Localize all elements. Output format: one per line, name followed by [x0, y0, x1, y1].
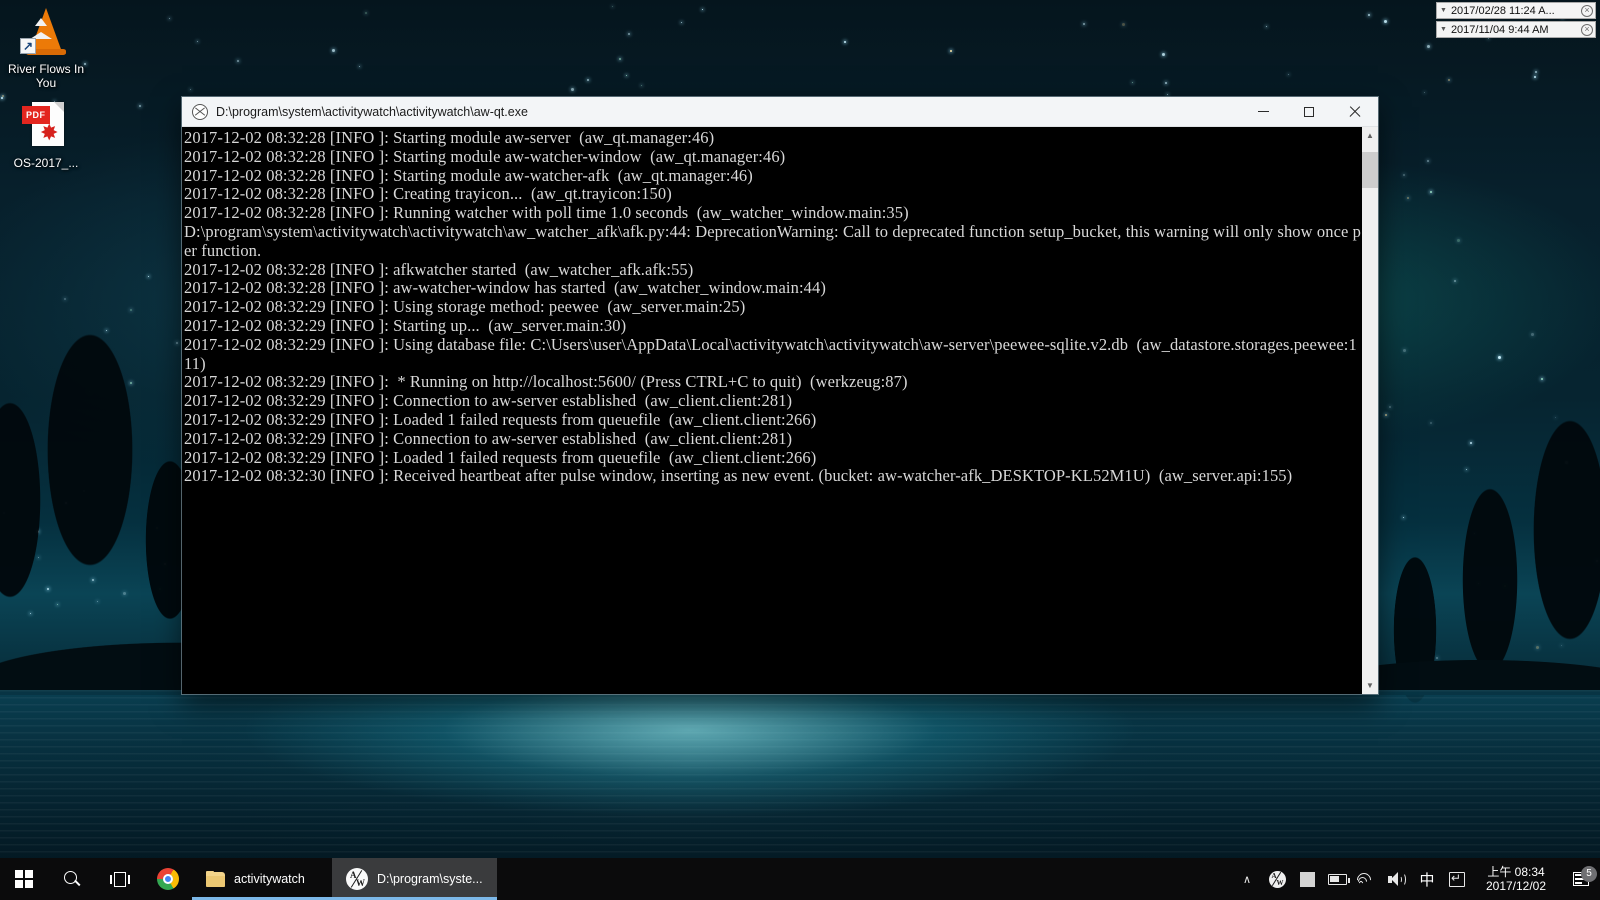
- console-window[interactable]: D:\program\system\activitywatch\activity…: [182, 97, 1378, 694]
- date-widget-group: ▼ 2017/02/28 11:24 A... × ▼ 2017/11/04 9…: [1436, 2, 1596, 40]
- wifi-icon: [1354, 870, 1376, 890]
- aw-qt-icon: AW: [1268, 870, 1286, 888]
- close-icon[interactable]: ×: [1581, 4, 1593, 17]
- window-titlebar[interactable]: D:\program\system\activitywatch\activity…: [182, 97, 1378, 127]
- console-line: 2017-12-02 08:32:28 [INFO ]: aw-watcher-…: [184, 278, 826, 298]
- scrollbar-track[interactable]: [1362, 144, 1378, 677]
- taskbar[interactable]: activitywatch AW D:\program\syste... ∧ A…: [0, 858, 1600, 900]
- console-line: 2017-12-02 08:32:29 [INFO ]: Loaded 1 fa…: [184, 409, 817, 429]
- shortcut-arrow-icon: ↗: [20, 38, 36, 54]
- speaker-icon: [1387, 871, 1407, 887]
- desktop[interactable]: ↗ River Flows In You PDF ✸ OS-2017_... ▼…: [0, 0, 1600, 900]
- desktop-icon-vlc-shortcut[interactable]: ↗ River Flows In You: [6, 6, 86, 90]
- desktop-icon-label: OS-2017_...: [13, 156, 79, 170]
- square-icon: [1299, 871, 1315, 887]
- system-tray: ∧ AW 中 ↵ 上午 08:34 2017/12/02 5: [1232, 858, 1600, 900]
- minimize-button[interactable]: [1240, 97, 1286, 127]
- taskbar-activitywatch[interactable]: activitywatch: [192, 858, 332, 900]
- console-line: 2017-12-02 08:32:29 [INFO ]: Starting up…: [184, 315, 627, 335]
- desktop-icon-label: River Flows In You: [7, 62, 84, 90]
- start-button[interactable]: [0, 858, 48, 900]
- clock-date: 2017/12/02: [1485, 879, 1547, 893]
- console-line: 2017-12-02 08:32:29 [INFO ]: * Running o…: [184, 372, 908, 392]
- console-line: 2017-12-02 08:32:30 [INFO ]: Received he…: [184, 466, 1293, 486]
- aw-qt-icon: [192, 103, 208, 120]
- action-center-button[interactable]: 5: [1564, 865, 1598, 887]
- console-body[interactable]: 2017-12-02 08:32:28 [INFO ]: Starting mo…: [182, 127, 1378, 694]
- close-button[interactable]: [1332, 97, 1378, 127]
- chevron-down-icon[interactable]: ▼: [1440, 26, 1447, 33]
- task-view-button[interactable]: [96, 858, 144, 900]
- windows-logo-icon: [15, 870, 33, 888]
- tray-unknown-icon[interactable]: [1292, 858, 1322, 900]
- close-icon[interactable]: ×: [1581, 23, 1593, 36]
- tray-aw-icon[interactable]: AW: [1262, 858, 1292, 900]
- desktop-icon-pdf-file[interactable]: PDF ✸ OS-2017_...: [6, 100, 86, 170]
- console-line: 2017-12-02 08:32:28 [INFO ]: Creating tr…: [184, 184, 672, 204]
- console-line: 2017-12-02 08:32:29 [INFO ]: Using stora…: [184, 297, 746, 317]
- scrollbar-thumb[interactable]: [1362, 152, 1378, 188]
- console-line: 2017-12-02 08:32:28 [INFO ]: Running wat…: [184, 203, 909, 223]
- tray-battery-icon[interactable]: [1322, 858, 1352, 900]
- console-output: 2017-12-02 08:32:28 [INFO ]: Starting mo…: [182, 127, 1361, 694]
- console-scrollbar[interactable]: ▲ ▼: [1361, 127, 1378, 694]
- maximize-icon: [1304, 106, 1314, 117]
- taskbar-chrome[interactable]: [144, 858, 192, 900]
- search-icon: [63, 870, 81, 888]
- pdf-file-icon: PDF ✸: [20, 100, 72, 152]
- console-line: 2017-12-02 08:32:28 [INFO ]: Starting mo…: [184, 146, 786, 166]
- ime-chinese-icon: 中: [1419, 870, 1435, 889]
- ime-mode-icon: [1449, 871, 1465, 887]
- console-line: 2017-12-02 08:32:29 [INFO ]: Connection …: [184, 391, 793, 411]
- console-line: 2017-12-02 08:32:29 [INFO ]: Using datab…: [184, 334, 1357, 373]
- console-line: D:\program\system\activitywatch\activity…: [184, 221, 1361, 260]
- tray-ime-icon[interactable]: 中: [1412, 858, 1442, 900]
- console-line: 2017-12-02 08:32:29 [INFO ]: Loaded 1 fa…: [184, 447, 817, 467]
- tray-volume-icon[interactable]: [1382, 858, 1412, 900]
- tray-ime-mode-icon[interactable]: [1442, 858, 1472, 900]
- tray-expand-button[interactable]: ∧: [1232, 858, 1262, 900]
- minimize-icon: [1257, 110, 1269, 113]
- console-line: 2017-12-02 08:32:29 [INFO ]: Connection …: [184, 428, 793, 448]
- battery-icon: [1327, 873, 1350, 885]
- console-line: 2017-12-02 08:32:28 [INFO ]: afkwatcher …: [184, 259, 694, 279]
- window-title: D:\program\system\activitywatch\activity…: [216, 104, 528, 119]
- chrome-icon: [157, 868, 179, 890]
- close-icon: [1349, 106, 1361, 118]
- taskbar-clock[interactable]: 上午 08:34 2017/12/02: [1472, 865, 1564, 893]
- taskbar-aw-qt[interactable]: AW D:\program\syste...: [332, 858, 497, 900]
- task-view-icon: [110, 871, 130, 887]
- scroll-up-button[interactable]: ▲: [1362, 127, 1378, 144]
- clock-time: 上午 08:34: [1487, 865, 1545, 879]
- window-controls: [1240, 97, 1378, 127]
- console-line: 2017-12-02 08:32:28 [INFO ]: Starting mo…: [184, 165, 753, 185]
- taskbar-button-label: D:\program\syste...: [377, 872, 483, 886]
- maximize-button[interactable]: [1286, 97, 1332, 127]
- action-center-badge: 5: [1581, 865, 1597, 882]
- chevron-up-icon: ∧: [1242, 873, 1252, 886]
- chevron-down-icon[interactable]: ▼: [1440, 7, 1447, 14]
- taskbar-button-label: activitywatch: [234, 872, 305, 886]
- vlc-shortcut-icon: ↗: [20, 6, 72, 58]
- tray-network-icon[interactable]: [1352, 858, 1382, 900]
- date-widget[interactable]: ▼ 2017/11/04 9:44 AM ×: [1436, 21, 1596, 38]
- folder-icon: [206, 871, 225, 887]
- date-widget-text: 2017/02/28 11:24 A...: [1450, 4, 1555, 17]
- aw-qt-icon: AW: [346, 868, 368, 890]
- date-widget[interactable]: ▼ 2017/02/28 11:24 A... ×: [1436, 2, 1596, 19]
- search-button[interactable]: [48, 858, 96, 900]
- console-line: 2017-12-02 08:32:28 [INFO ]: Starting mo…: [184, 128, 715, 147]
- scroll-down-button[interactable]: ▼: [1362, 677, 1378, 694]
- date-widget-text: 2017/11/04 9:44 AM: [1450, 23, 1549, 36]
